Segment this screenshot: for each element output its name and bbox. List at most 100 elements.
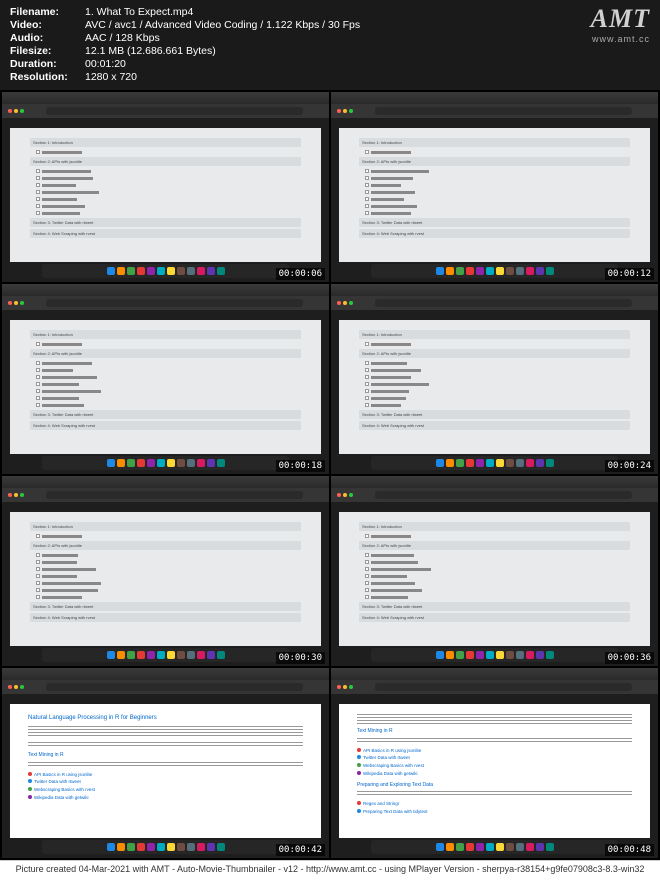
section-header: Section 1: Introduction <box>30 330 301 339</box>
doc-title: Natural Language Processing in R for Beg… <box>28 714 303 723</box>
section-header: Section 3: Twitter Data with rtweet <box>30 602 301 611</box>
maximize-icon <box>20 109 24 113</box>
doc-link: API Basics in R using jsonlite <box>357 748 632 755</box>
doc-link: API Basics in R using jsonlite <box>28 772 303 779</box>
doc-link: Wikipedia Data with getwiki <box>357 771 632 778</box>
logo-text: AMT <box>591 4 650 34</box>
thumbnail-3: Section 1: Introduction Section 2: APIs … <box>2 284 329 474</box>
thumbnail-grid: Section 1: Introduction Section 2: APIs … <box>0 90 660 860</box>
course-panel: Section 1: Introduction Section 2: APIs … <box>339 320 650 454</box>
minimize-icon <box>14 685 18 689</box>
browser-chrome <box>2 104 329 118</box>
close-icon <box>337 301 341 305</box>
timestamp-overlay: 00:00:12 <box>605 268 654 280</box>
maximize-icon <box>20 301 24 305</box>
section-header: Section 1: Introduction <box>359 138 630 147</box>
section-header: Section 3: Twitter Data with rtweet <box>359 602 630 611</box>
footer-credits: Picture created 04-Mar-2021 with AMT - A… <box>0 860 660 877</box>
course-panel: Section 1: Introduction Section 2: APIs … <box>339 128 650 262</box>
filename-value: 1. What To Expect.mp4 <box>85 6 193 18</box>
section-header: Section 4: Web Scraping with rvest <box>359 613 630 622</box>
macos-dock <box>42 648 289 662</box>
browser-chrome <box>331 296 658 310</box>
macos-dock <box>371 840 618 854</box>
filesize-label: Filesize: <box>10 45 85 57</box>
url-bar <box>375 683 632 691</box>
section-header: Section 1: Introduction <box>359 522 630 531</box>
maximize-icon <box>20 493 24 497</box>
doc-link: Preparing Text Data with tidytext <box>357 809 632 816</box>
section-header: Section 3: Twitter Data with rtweet <box>359 410 630 419</box>
doc-link: Webscraping Basics with rvest <box>28 787 303 794</box>
timestamp-overlay: 00:00:42 <box>276 844 325 856</box>
video-value: AVC / avc1 / Advanced Video Coding / 1.1… <box>85 19 360 31</box>
minimize-icon <box>343 493 347 497</box>
section-header: Section 1: Introduction <box>30 138 301 147</box>
url-bar <box>46 683 303 691</box>
macos-menubar <box>331 92 658 104</box>
browser-chrome <box>2 488 329 502</box>
course-panel: Section 1: Introduction Section 2: APIs … <box>10 128 321 262</box>
timestamp-overlay: 00:00:30 <box>276 652 325 664</box>
timestamp-overlay: 00:00:48 <box>605 844 654 856</box>
macos-menubar <box>2 668 329 680</box>
maximize-icon <box>349 301 353 305</box>
url-bar <box>46 299 303 307</box>
close-icon <box>337 685 341 689</box>
macos-dock <box>371 648 618 662</box>
timestamp-overlay: 00:00:36 <box>605 652 654 664</box>
close-icon <box>8 493 12 497</box>
maximize-icon <box>20 685 24 689</box>
section-header: Section 2: APIs with jsonlite <box>359 349 630 358</box>
section-header: Section 3: Twitter Data with rtweet <box>359 218 630 227</box>
timestamp-overlay: 00:00:06 <box>276 268 325 280</box>
close-icon <box>8 685 12 689</box>
metadata-header: Filename:1. What To Expect.mp4 Video:AVC… <box>0 0 660 90</box>
section-header: Section 4: Web Scraping with rvest <box>359 229 630 238</box>
course-panel: Section 1: Introduction Section 2: APIs … <box>10 512 321 646</box>
section-header: Section 3: Twitter Data with rtweet <box>30 410 301 419</box>
section-header: Section 4: Web Scraping with rvest <box>30 421 301 430</box>
minimize-icon <box>14 109 18 113</box>
close-icon <box>337 493 341 497</box>
close-icon <box>337 109 341 113</box>
section-header: Section 2: APIs with jsonlite <box>359 157 630 166</box>
resolution-label: Resolution: <box>10 71 85 83</box>
maximize-icon <box>349 493 353 497</box>
section-header: Section 2: APIs with jsonlite <box>359 541 630 550</box>
amt-logo: AMT www.amt.cc <box>591 4 650 44</box>
doc-panel: Text Mining in R API Basics in R using js… <box>339 704 650 838</box>
minimize-icon <box>14 493 18 497</box>
url-bar <box>46 107 303 115</box>
doc-link: Twitter Data with rtweet <box>357 755 632 762</box>
doc-heading: Text Mining in R <box>357 728 632 736</box>
section-header: Section 2: APIs with jsonlite <box>30 541 301 550</box>
filesize-value: 12.1 MB (12.686.661 Bytes) <box>85 45 216 57</box>
section-header: Section 1: Introduction <box>359 330 630 339</box>
section-header: Section 1: Introduction <box>30 522 301 531</box>
minimize-icon <box>343 301 347 305</box>
doc-link: Regex and Stringr <box>357 801 632 808</box>
macos-menubar <box>331 668 658 680</box>
section-header: Section 4: Web Scraping with rvest <box>30 229 301 238</box>
resolution-value: 1280 x 720 <box>85 71 137 83</box>
duration-value: 00:01:20 <box>85 58 126 70</box>
macos-dock <box>42 456 289 470</box>
browser-chrome <box>2 680 329 694</box>
thumbnail-1: Section 1: Introduction Section 2: APIs … <box>2 92 329 282</box>
macos-menubar <box>2 284 329 296</box>
browser-chrome <box>2 296 329 310</box>
url-bar <box>375 107 632 115</box>
macos-dock <box>42 264 289 278</box>
filename-label: Filename: <box>10 6 85 18</box>
doc-heading: Preparing and Exploring Text Data <box>357 782 632 790</box>
section-header: Section 2: APIs with jsonlite <box>30 349 301 358</box>
maximize-icon <box>349 109 353 113</box>
macos-menubar <box>2 476 329 488</box>
browser-chrome <box>331 488 658 502</box>
doc-heading: Text Mining in R <box>28 752 303 760</box>
course-panel: Section 1: Introduction Section 2: APIs … <box>339 512 650 646</box>
url-bar <box>375 299 632 307</box>
video-label: Video: <box>10 19 85 31</box>
close-icon <box>8 301 12 305</box>
